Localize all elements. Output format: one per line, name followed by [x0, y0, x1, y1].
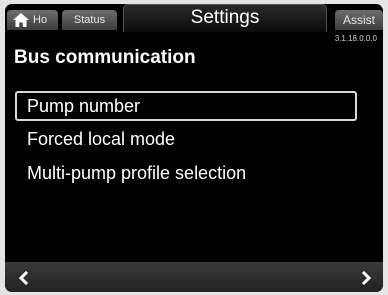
- tab-settings[interactable]: Settings: [123, 4, 327, 32]
- menu-item-pump-number[interactable]: Pump number: [15, 91, 357, 121]
- firmware-version: 3.1.18.0.0.0: [334, 34, 377, 43]
- menu-item-label: Multi-pump profile selection: [27, 163, 247, 183]
- display-screen: Ho Status Settings Assist 3.1.18.0.0.0 B…: [5, 4, 383, 292]
- tab-assist[interactable]: Assist: [335, 10, 383, 30]
- tab-status-label: Status: [73, 14, 106, 26]
- tab-status[interactable]: Status: [62, 10, 117, 30]
- menu-item-forced-local-mode[interactable]: Forced local mode: [15, 125, 357, 155]
- tab-assist-label: Assist: [342, 13, 375, 27]
- navigation-bar: [5, 262, 383, 292]
- tab-home-label: Ho: [33, 14, 48, 26]
- menu-item-label: Pump number: [27, 96, 141, 116]
- chevron-right-icon[interactable]: [359, 271, 373, 285]
- menu-item-multi-pump-profile[interactable]: Multi-pump profile selection: [15, 159, 357, 189]
- tab-home[interactable]: Ho: [7, 10, 58, 30]
- tab-settings-label: Settings: [190, 7, 260, 28]
- tab-bar: Ho Status Settings Assist: [5, 4, 383, 32]
- page-title: Bus communication: [14, 47, 196, 68]
- chevron-left-icon[interactable]: [17, 271, 31, 285]
- home-icon: [13, 13, 29, 27]
- menu-item-label: Forced local mode: [27, 129, 176, 149]
